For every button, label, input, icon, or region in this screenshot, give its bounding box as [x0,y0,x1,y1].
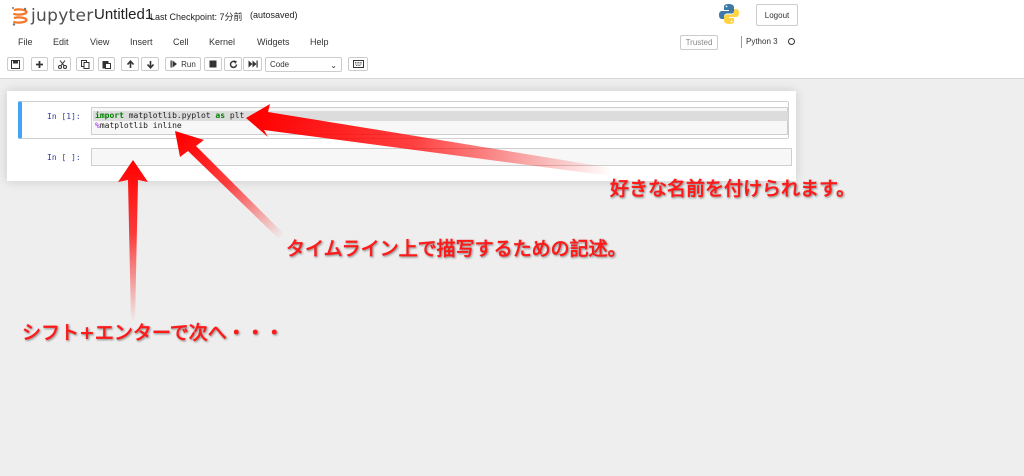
annotation-shift-enter-note: シフト+エンターで次へ・・・ [22,322,284,344]
annotation-inline-note: タイムライン上で描写するための記述。 [286,238,627,260]
arrow-to-module-name [246,104,612,176]
arrow-to-inline-magic [175,131,283,239]
annotation-name-note: 好きな名前を付けられます。 [610,178,856,200]
arrow-to-next-cell [118,160,148,322]
